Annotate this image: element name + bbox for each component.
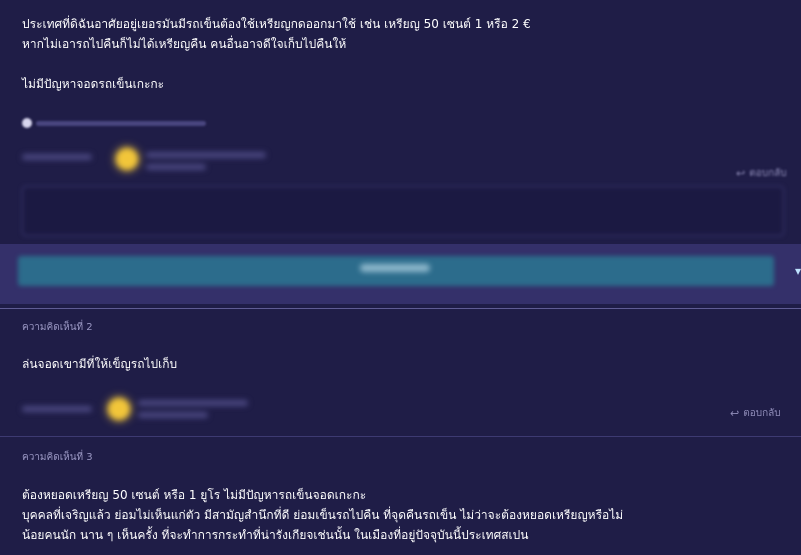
comment-3-line-1: ต้องหยอดเหรียญ 50 เซนต์ หรือ 1 ยูโร ไม่ม…: [22, 488, 367, 502]
comment-3-body: ต้องหยอดเหรียญ 50 เซนต์ หรือ 1 ยูโร ไม่ม…: [22, 485, 623, 545]
comment-3-label: ความคิดเห็นที่ 3: [22, 452, 93, 463]
comment-1-line-2: หากไม่เอารถไปคืนก็ไม่ได้เหรียญคืน คนอื่น…: [22, 37, 347, 51]
footer-icons-placeholder: [22, 406, 92, 412]
chevron-down-icon[interactable]: ▾: [795, 264, 801, 278]
comment-1-line-3: ไม่มีปัญหาจอดรถเข็นเกะกะ: [22, 77, 165, 91]
time-placeholder: [138, 412, 208, 418]
member-icon: [22, 118, 32, 128]
reply-input-box[interactable]: [22, 186, 784, 236]
reply-button-1[interactable]: ↩ ตอบกลับ: [736, 166, 787, 181]
reply-author-placeholder: [146, 152, 266, 158]
reply-button-2-label: ตอบกลับ: [743, 408, 781, 419]
divider: [0, 436, 801, 437]
reply-time-placeholder: [146, 164, 206, 170]
avatar: [116, 148, 138, 170]
reply-arrow-icon: ↩: [736, 167, 746, 180]
comment-1-line-1: ประเทศที่ดิฉันอาศัยอยู่เยอรมันมีรถเข็นต้…: [22, 17, 531, 31]
submit-reply-label: [360, 264, 430, 272]
reply-submit-area: [0, 244, 801, 304]
author-placeholder: [138, 400, 248, 406]
reply-arrow-icon: ↩: [730, 407, 740, 420]
comment-2-label: ความคิดเห็นที่ 2: [22, 322, 93, 333]
comment-2-body: ล่นจอดเขามีที่ให้เข็ญรถไปเก็บ: [22, 354, 177, 374]
divider: [0, 308, 801, 309]
reply-button-2[interactable]: ↩ ตอบกลับ: [730, 406, 781, 421]
comment-3-line-3: น้อยคนนัก นาน ๆ เห็นครั้ง ที่จะทำการกระท…: [22, 528, 529, 542]
reply-1-header: [22, 140, 782, 180]
reply-icons-placeholder: [22, 154, 92, 160]
comment-1-body: ประเทศที่ดิฉันอาศัยอยู่เยอรมันมีรถเข็นต้…: [22, 14, 531, 94]
meta-text-placeholder: [36, 120, 206, 126]
comment-1-meta: [22, 118, 206, 128]
comment-3-line-2: บุคคลที่เจริญแล้ว ย่อมไม่เห็นแก่ตัว มีสา…: [22, 508, 624, 522]
avatar: [108, 398, 130, 420]
reply-button-1-label: ตอบกลับ: [749, 168, 787, 179]
comment-2-text: ล่นจอดเขามีที่ให้เข็ญรถไปเก็บ: [22, 357, 178, 371]
